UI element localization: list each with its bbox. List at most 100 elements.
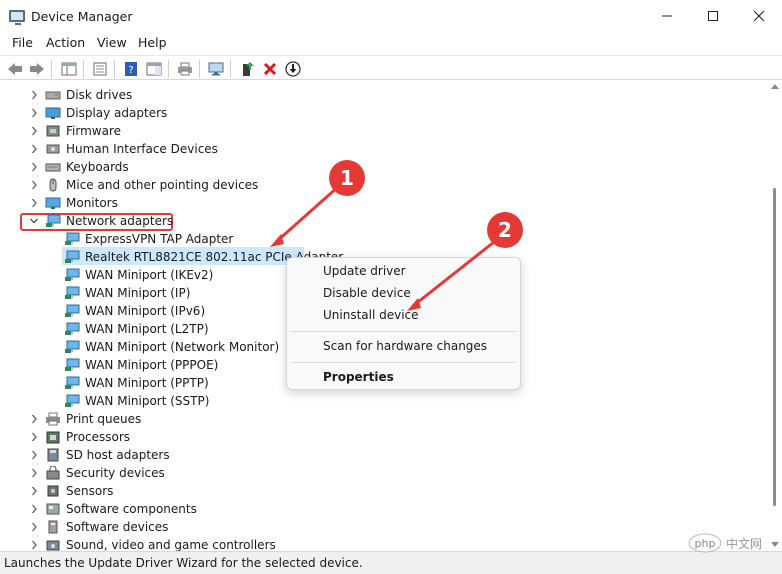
tree-item-label: WAN Miniport (Network Monitor): [85, 340, 280, 354]
back-arrow-icon: [7, 62, 22, 75]
ctx-update-driver[interactable]: Update driver: [323, 264, 406, 278]
ctx-separator: [291, 362, 516, 363]
tree-item-label: WAN Miniport (IPv6): [85, 304, 206, 318]
tree-item-label: Sound, video and game controllers: [66, 538, 276, 551]
tree-child-item[interactable]: WAN Miniport (SSTP): [0, 392, 766, 410]
swcomp-icon: [45, 502, 61, 516]
network-adapter-icon: [64, 322, 80, 336]
tree-category-sound-video-and-game-controllers[interactable]: Sound, video and game controllers: [0, 536, 766, 551]
network-adapter-icon: [64, 394, 80, 408]
scroll-up-icon[interactable]: [771, 84, 779, 89]
chevron-right-icon[interactable]: [29, 104, 39, 122]
tree-category-monitors[interactable]: Monitors: [0, 194, 766, 212]
scroll-thumb[interactable]: [773, 188, 776, 506]
svg-text:?: ?: [128, 65, 133, 76]
menu-file[interactable]: File: [12, 35, 33, 50]
menu-action[interactable]: Action: [46, 35, 85, 50]
tree-item-label: Display adapters: [66, 106, 168, 120]
chevron-right-icon[interactable]: [29, 140, 39, 158]
chevron-right-icon[interactable]: [29, 122, 39, 140]
network-adapter-icon: [64, 358, 80, 372]
back-button[interactable]: [6, 60, 23, 77]
action-pane-button[interactable]: [145, 60, 162, 77]
tree-category-sd-host-adapters[interactable]: SD host adapters: [0, 446, 766, 464]
help-button[interactable]: ?: [122, 60, 139, 77]
chevron-right-icon[interactable]: [29, 410, 39, 428]
chevron-right-icon[interactable]: [29, 464, 39, 482]
cpu-icon: [45, 430, 61, 444]
context-menu: Update driver Disable device Uninstall d…: [286, 257, 521, 390]
ctx-separator: [291, 331, 516, 332]
chevron-right-icon[interactable]: [29, 86, 39, 104]
tree-category-firmware[interactable]: Firmware: [0, 122, 766, 140]
chevron-right-icon[interactable]: [29, 428, 39, 446]
tree-category-disk-drives[interactable]: Disk drives: [0, 86, 766, 104]
maximize-button[interactable]: [690, 0, 736, 32]
properties-toolbar-button[interactable]: [91, 60, 108, 77]
tree-item-label: WAN Miniport (SSTP): [85, 394, 210, 408]
tree-category-print-queues[interactable]: Print queues: [0, 410, 766, 428]
uninstall-toolbar-button[interactable]: [261, 60, 278, 77]
chevron-right-icon[interactable]: [29, 158, 39, 176]
ctx-uninstall-device[interactable]: Uninstall device: [323, 308, 419, 322]
scan-hardware-toolbar-button[interactable]: [207, 60, 224, 77]
help-book-icon: ?: [124, 61, 137, 76]
chevron-down-icon[interactable]: [29, 212, 39, 230]
tree-child-item[interactable]: ExpressVPN TAP Adapter: [0, 230, 766, 248]
print-button[interactable]: [176, 60, 193, 77]
tree-category-processors[interactable]: Processors: [0, 428, 766, 446]
ctx-disable-device[interactable]: Disable device: [323, 286, 411, 300]
ctx-scan-hardware[interactable]: Scan for hardware changes: [323, 339, 487, 353]
printer-icon: [45, 412, 61, 426]
tree-item-label: Print queues: [66, 412, 142, 426]
disable-toolbar-button[interactable]: [284, 60, 301, 77]
chevron-right-icon[interactable]: [29, 446, 39, 464]
network-adapter-icon: [64, 268, 80, 282]
close-button[interactable]: [736, 0, 782, 32]
show-hide-console-tree-button[interactable]: [60, 60, 77, 77]
chevron-right-icon[interactable]: [29, 194, 39, 212]
annotation-badge-1: 1: [329, 160, 365, 196]
printer-icon: [177, 62, 192, 75]
minimize-button[interactable]: [644, 0, 690, 32]
swdev-icon: [45, 520, 61, 534]
vertical-scrollbar[interactable]: [767, 81, 782, 551]
ctx-properties[interactable]: Properties: [323, 370, 394, 384]
tree-item-label: WAN Miniport (PPPOE): [85, 358, 219, 372]
tree-category-software-devices[interactable]: Software devices: [0, 518, 766, 536]
chevron-right-icon[interactable]: [29, 482, 39, 500]
tree-category-software-components[interactable]: Software components: [0, 500, 766, 518]
tree-category-security-devices[interactable]: Security devices: [0, 464, 766, 482]
monitor-icon: [45, 196, 61, 210]
svg-text:php: php: [695, 537, 716, 550]
tree-item-label: Human Interface Devices: [66, 142, 218, 156]
chevron-right-icon[interactable]: [29, 536, 39, 551]
security-icon: [45, 465, 61, 480]
tree-category-mice-and-other-pointing-devices[interactable]: Mice and other pointing devices: [0, 176, 766, 194]
chevron-right-icon[interactable]: [29, 518, 39, 536]
tree-item-label: Security devices: [66, 466, 165, 480]
chip-icon: [45, 124, 61, 138]
tree-item-label: Monitors: [66, 196, 118, 210]
menu-view[interactable]: View: [97, 35, 127, 50]
tree-category-display-adapters[interactable]: Display adapters: [0, 104, 766, 122]
mouse-icon: [45, 178, 61, 192]
tree-category-keyboards[interactable]: Keyboards: [0, 158, 766, 176]
chevron-right-icon[interactable]: [29, 500, 39, 518]
tree-category-human-interface-devices[interactable]: Human Interface Devices: [0, 140, 766, 158]
update-driver-toolbar-button[interactable]: [238, 60, 255, 77]
sensor-icon: [45, 484, 61, 498]
title-bar: Device Manager: [0, 0, 782, 32]
chevron-right-icon[interactable]: [29, 176, 39, 194]
forward-arrow-icon: [29, 62, 44, 75]
network-adapter-icon: [64, 286, 80, 300]
php-watermark-logo: php 中文网: [688, 532, 778, 554]
tree-item-label: WAN Miniport (PPTP): [85, 376, 209, 390]
menu-help[interactable]: Help: [138, 35, 167, 50]
tree-item-label: WAN Miniport (IKEv2): [85, 268, 214, 282]
tree-category-network-adapters[interactable]: Network adapters: [0, 212, 766, 230]
forward-button[interactable]: [28, 60, 45, 77]
toolbar: ?: [0, 55, 782, 80]
tree-item-label: Software devices: [66, 520, 169, 534]
tree-category-sensors[interactable]: Sensors: [0, 482, 766, 500]
